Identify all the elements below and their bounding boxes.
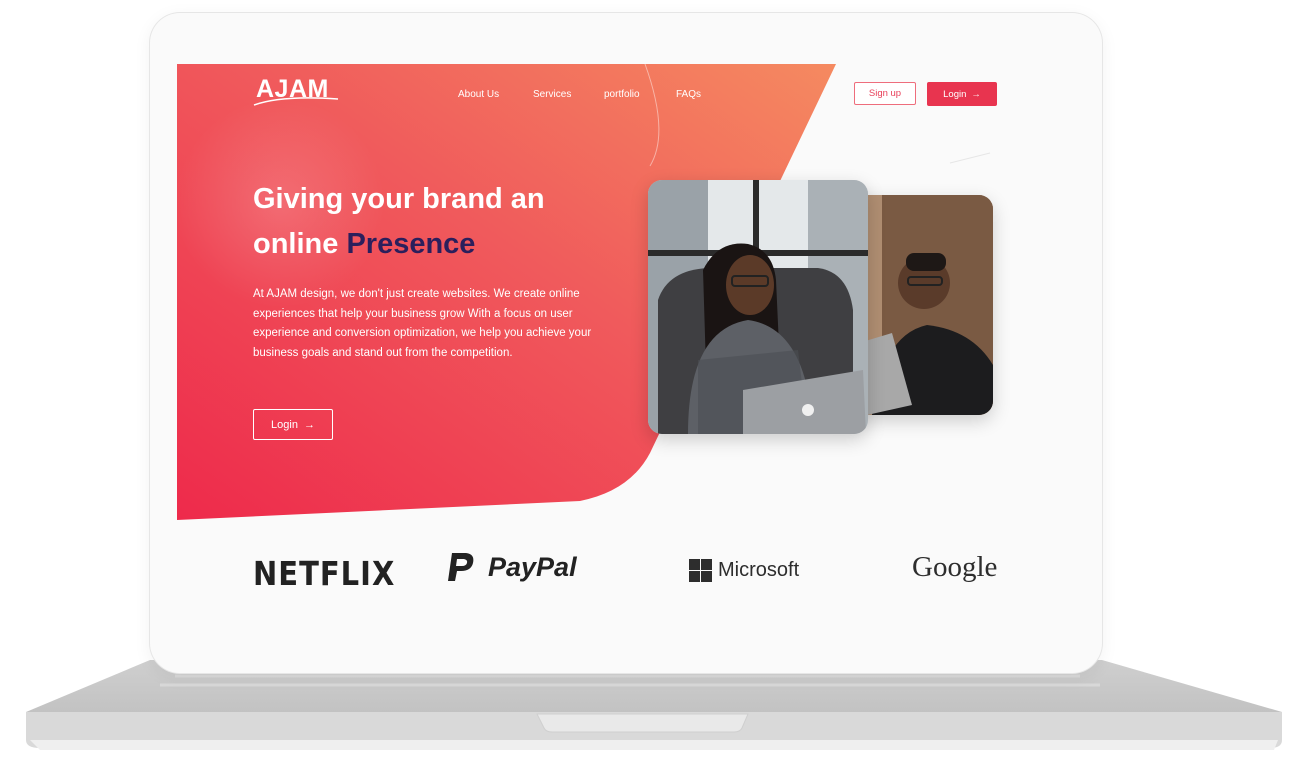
- hero-headline-accent: Presence: [346, 228, 476, 260]
- signup-button[interactable]: Sign up: [854, 82, 916, 105]
- login-button-header[interactable]: Login →: [927, 82, 997, 106]
- login-button-label: Login: [271, 418, 298, 431]
- nav-faqs[interactable]: FAQs: [676, 89, 701, 100]
- netflix-logo: NETFLIX: [253, 554, 396, 594]
- nav-portfolio[interactable]: portfolio: [604, 89, 640, 100]
- paypal-icon: [448, 553, 474, 581]
- arrow-right-icon: →: [971, 88, 981, 100]
- hero-description: At AJAM design, we don't just create web…: [253, 288, 592, 359]
- login-button-hero[interactable]: Login →: [253, 409, 333, 440]
- login-button-label: Login: [943, 88, 967, 100]
- paypal-wordmark: PayPal: [488, 551, 577, 582]
- laptop-screen: AJAM About Us Services portfolio FAQs Si…: [150, 13, 1102, 673]
- photo-woman-laptop: [648, 180, 868, 434]
- nav-services[interactable]: Services: [533, 89, 571, 100]
- microsoft-icon: [689, 559, 712, 582]
- signup-button-label: Sign up: [868, 88, 902, 99]
- hero-headline: Giving your brand an online Presence: [253, 177, 613, 267]
- paypal-logo: PayPal: [446, 551, 577, 583]
- nav-about-us[interactable]: About Us: [458, 89, 499, 100]
- microsoft-logo: Microsoft: [689, 559, 799, 582]
- logo-swoosh-icon: [253, 97, 339, 106]
- arrow-right-icon: →: [303, 418, 315, 431]
- microsoft-wordmark: Microsoft: [718, 559, 800, 581]
- google-logo: Google: [912, 551, 998, 583]
